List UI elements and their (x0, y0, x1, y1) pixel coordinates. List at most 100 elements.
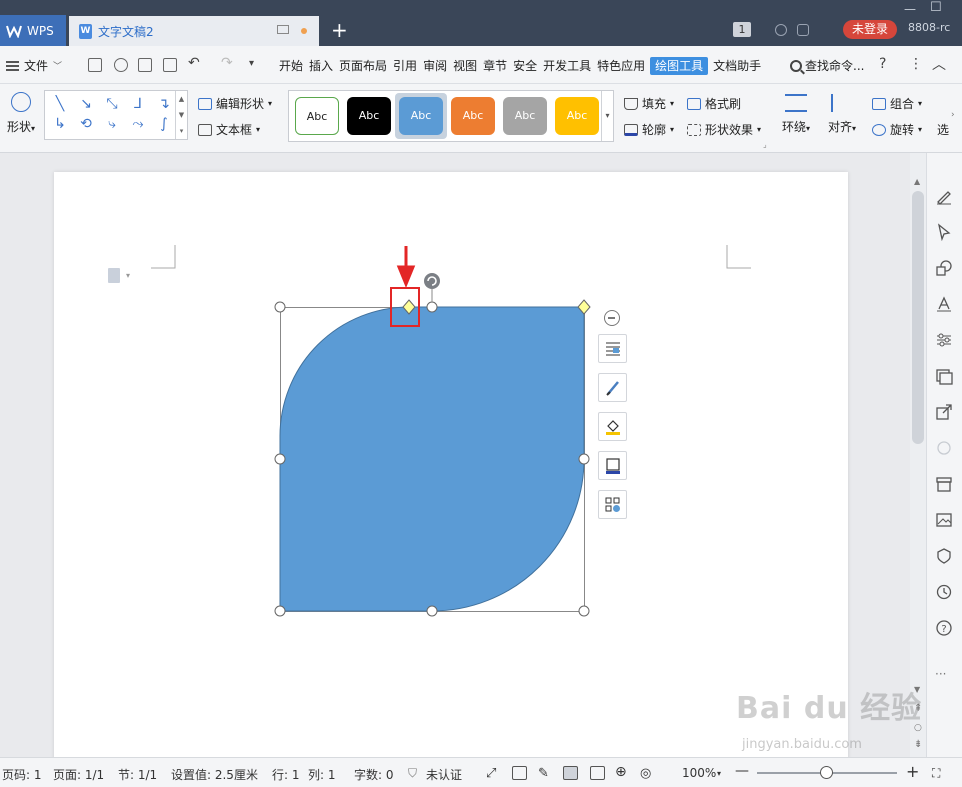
status-page-number[interactable]: 页码: 1 (2, 766, 42, 783)
gallery-scroll[interactable]: ▲ ▼ ▾ (175, 91, 187, 139)
more-options-icon[interactable]: ⋮ (909, 56, 923, 72)
picture-icon[interactable] (935, 511, 953, 529)
select-pane-button[interactable]: 选 (937, 121, 949, 138)
arrow-line-shape-icon[interactable]: ↘ (75, 95, 97, 113)
help-icon[interactable]: ? (879, 56, 886, 72)
style-swatch-blue[interactable]: Abc (399, 97, 443, 135)
monitor-icon[interactable] (277, 25, 289, 34)
style-swatch-orange[interactable]: Abc (451, 97, 495, 135)
resize-handle-top[interactable] (426, 301, 438, 313)
rotate-button[interactable]: 旋转 ▾ (872, 121, 922, 138)
shape-style-quick-button[interactable] (598, 373, 627, 402)
fit-window-icon[interactable]: ⛶ (932, 766, 940, 781)
tab-developer[interactable]: 开发工具 (540, 57, 594, 75)
tab-doc-assistant[interactable]: 文档助手 (710, 57, 764, 75)
window-count-badge[interactable]: 1 (733, 22, 751, 37)
align-button[interactable]: 对齐▾ (828, 94, 856, 135)
line-shape-icon[interactable]: ╲ (49, 95, 71, 113)
elbow-connector-icon[interactable]: ⅃ (127, 95, 149, 113)
cursor-select-icon[interactable] (935, 223, 953, 241)
dialog-launcher-icon[interactable]: ⌟ (763, 140, 767, 149)
outline-view-icon[interactable] (590, 766, 605, 780)
zoom-out-icon[interactable]: — (735, 763, 749, 779)
share-icon[interactable] (797, 24, 809, 36)
style-swatch-gray[interactable]: Abc (503, 97, 547, 135)
resize-handle-bottom-left[interactable] (274, 605, 286, 617)
skin-icon[interactable] (775, 24, 787, 36)
elbow-arrow-connector-icon[interactable]: ↴ (153, 95, 175, 113)
history-icon[interactable] (935, 583, 953, 601)
image-gallery-icon[interactable] (935, 367, 953, 385)
print-icon[interactable] (138, 58, 152, 72)
tab-chapter[interactable]: 章节 (480, 57, 510, 75)
elbow-double-arrow-connector-icon[interactable]: ↳ (49, 115, 71, 133)
write-mode-icon[interactable]: ✎ (538, 766, 549, 781)
tab-features[interactable]: 特色应用 (594, 57, 648, 75)
shape-button[interactable]: 形状▾ (4, 92, 38, 135)
zoom-level[interactable]: 100% (682, 766, 716, 780)
text-style-icon[interactable] (935, 295, 953, 313)
pen-icon[interactable] (935, 187, 953, 205)
resize-handle-top-left[interactable] (274, 301, 286, 313)
fullscreen-icon[interactable]: ⤢ (486, 766, 496, 781)
document-canvas[interactable]: ▾ (0, 153, 910, 757)
curved-connector-icon[interactable]: ⟲ (75, 115, 97, 133)
more-shape-tools-button[interactable] (598, 490, 627, 519)
curved-arrow-connector-icon[interactable]: ⤷ (101, 115, 123, 133)
quick-access-more-icon[interactable]: ▾ (249, 58, 254, 69)
tab-insert[interactable]: 插入 (306, 57, 336, 75)
shield-icon[interactable] (935, 547, 953, 565)
tab-view[interactable]: 视图 (450, 57, 480, 75)
tab-references[interactable]: 引用 (390, 57, 420, 75)
style-swatch-black[interactable]: Abc (347, 97, 391, 135)
freeform-curve-icon[interactable]: ∫ (153, 115, 175, 133)
style-swatch-gold[interactable]: Abc (555, 97, 599, 135)
ribbon-scroll-right-icon[interactable]: › (951, 110, 955, 120)
archive-icon[interactable] (935, 475, 953, 493)
wrap-text-button[interactable]: 环绕▾ (782, 94, 810, 135)
document-tab[interactable]: W 文字文稿2 (69, 16, 319, 46)
resize-handle-right[interactable] (578, 453, 590, 465)
vertical-scrollbar[interactable]: ▲ ▼ ⇞ ○ ⇟ (910, 153, 926, 757)
resize-handle-bottom-right[interactable] (578, 605, 590, 617)
read-mode-icon[interactable] (512, 766, 527, 780)
layout-options-button[interactable] (598, 334, 627, 363)
style-gallery-more[interactable]: ▾ (601, 91, 613, 141)
zoom-slider-knob[interactable] (820, 766, 833, 779)
tab-page-layout[interactable]: 页面布局 (336, 57, 390, 75)
page-view-icon[interactable] (563, 766, 578, 780)
redo-icon[interactable]: ↷ (221, 55, 233, 71)
edit-shape-button[interactable]: 编辑形状 ▾ (198, 95, 272, 112)
outline-button[interactable]: 轮廓 ▾ (624, 121, 674, 138)
collapse-toolbar-icon[interactable] (604, 310, 620, 326)
web-view-icon[interactable]: ⊕ (615, 764, 627, 780)
document-outline-icon[interactable] (108, 268, 120, 283)
collapse-ribbon-icon[interactable]: ︿ (932, 54, 946, 74)
file-menu[interactable]: 文件 ﹀ (6, 57, 62, 74)
new-tab-button[interactable]: + (331, 18, 348, 42)
format-icon[interactable] (114, 58, 128, 72)
help-circle-icon[interactable]: ? (935, 619, 953, 637)
settings-sliders-icon[interactable] (935, 331, 953, 349)
shape-effects-button[interactable]: 形状效果 ▾ (687, 121, 761, 138)
undo-icon[interactable]: ↶ (188, 55, 200, 71)
more-tools-icon[interactable]: ··· (935, 667, 946, 681)
command-search[interactable]: 查找命令... (790, 57, 864, 74)
status-setting-value[interactable]: 设置值: 2.5厘米 (171, 766, 258, 783)
shapes-icon[interactable] (935, 259, 953, 277)
status-column[interactable]: 列: 1 (308, 766, 336, 783)
fill-button[interactable]: 填充 ▾ (624, 95, 674, 112)
tab-drawing-tools[interactable]: 绘图工具 (650, 57, 709, 75)
scrollbar-thumb[interactable] (912, 191, 924, 444)
curved-double-arrow-connector-icon[interactable]: ⤳ (127, 115, 149, 133)
group-button[interactable]: 组合 ▾ (872, 95, 922, 112)
eye-protection-icon[interactable]: ◎ (640, 766, 651, 781)
tab-review[interactable]: 审阅 (420, 57, 450, 75)
tab-start[interactable]: 开始 (276, 57, 306, 75)
resize-handle-bottom[interactable] (426, 605, 438, 617)
print-preview-icon[interactable] (163, 58, 177, 72)
resize-handle-left[interactable] (274, 453, 286, 465)
chevron-down-icon[interactable]: ▾ (717, 769, 721, 778)
login-button[interactable]: 未登录 (843, 20, 897, 39)
wps-home-tab[interactable]: WPS (0, 15, 66, 46)
